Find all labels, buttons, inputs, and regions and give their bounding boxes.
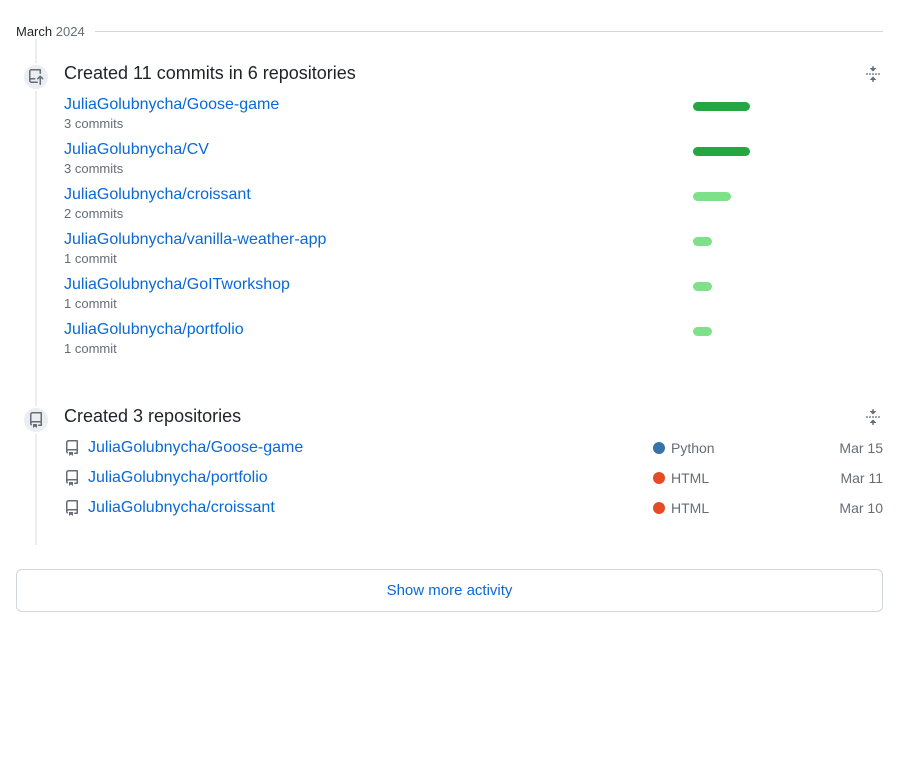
commit-bar[interactable] [693, 96, 883, 111]
repo-link[interactable]: JuliaGolubnycha/croissant [64, 186, 251, 203]
repo-language: HTML [653, 470, 823, 486]
timeline-year: 2024 [56, 24, 85, 39]
commit-count: 1 commit [64, 296, 693, 311]
show-more-button[interactable]: Show more activity [16, 569, 883, 612]
commit-bar[interactable] [693, 321, 883, 336]
repo-date: Mar 15 [823, 440, 883, 456]
commit-count: 3 commits [64, 161, 693, 176]
repo-date: Mar 10 [823, 500, 883, 516]
commit-count: 1 commit [64, 341, 693, 356]
collapse-icon[interactable] [863, 407, 883, 427]
commit-row: JuliaGolubnycha/GoITworkshop 1 commit [64, 276, 883, 311]
commit-bar[interactable] [693, 186, 883, 201]
commits-title: Created 11 commits in 6 repositories [64, 63, 356, 84]
repo-row: JuliaGolubnycha/portfolio HTML Mar 11 [64, 469, 883, 487]
commit-row: JuliaGolubnycha/vanilla-weather-app 1 co… [64, 231, 883, 266]
repo-link[interactable]: JuliaGolubnycha/GoITworkshop [64, 276, 290, 293]
commit-bar[interactable] [693, 276, 883, 291]
repo-date: Mar 11 [823, 470, 883, 486]
commits-section: Created 11 commits in 6 repositories Jul… [40, 39, 883, 382]
repo-language: Python [653, 440, 823, 456]
repo-link[interactable]: JuliaGolubnycha/portfolio [64, 321, 244, 338]
repo-icon [64, 440, 88, 456]
repo-row: JuliaGolubnycha/croissant HTML Mar 10 [64, 499, 883, 517]
repo-link[interactable]: JuliaGolubnycha/portfolio [88, 469, 268, 486]
repo-push-icon [22, 63, 50, 91]
repo-link[interactable]: JuliaGolubnycha/CV [64, 141, 209, 158]
commit-bar[interactable] [693, 231, 883, 246]
commit-row: JuliaGolubnycha/Goose-game 3 commits [64, 96, 883, 131]
repos-section: Created 3 repositories JuliaGolubnycha/G… [40, 382, 883, 545]
commit-row: JuliaGolubnycha/croissant 2 commits [64, 186, 883, 221]
commit-row: JuliaGolubnycha/CV 3 commits [64, 141, 883, 176]
divider [95, 31, 883, 32]
repo-row: JuliaGolubnycha/Goose-game Python Mar 15 [64, 439, 883, 457]
repo-language: HTML [653, 500, 823, 516]
repo-link[interactable]: JuliaGolubnycha/Goose-game [64, 96, 279, 113]
repo-icon [64, 470, 88, 486]
repo-link[interactable]: JuliaGolubnycha/vanilla-weather-app [64, 231, 326, 248]
commit-row: JuliaGolubnycha/portfolio 1 commit [64, 321, 883, 356]
commit-bar[interactable] [693, 141, 883, 156]
timeline-month: March [16, 24, 52, 39]
repo-link[interactable]: JuliaGolubnycha/Goose-game [88, 439, 303, 456]
repo-icon [22, 406, 50, 434]
repo-link[interactable]: JuliaGolubnycha/croissant [88, 499, 275, 516]
collapse-icon[interactable] [863, 64, 883, 84]
repo-icon [64, 500, 88, 516]
commit-count: 1 commit [64, 251, 693, 266]
commit-count: 2 commits [64, 206, 693, 221]
repos-title: Created 3 repositories [64, 406, 241, 427]
timeline-month-header: March 2024 [16, 24, 883, 39]
commit-count: 3 commits [64, 116, 693, 131]
